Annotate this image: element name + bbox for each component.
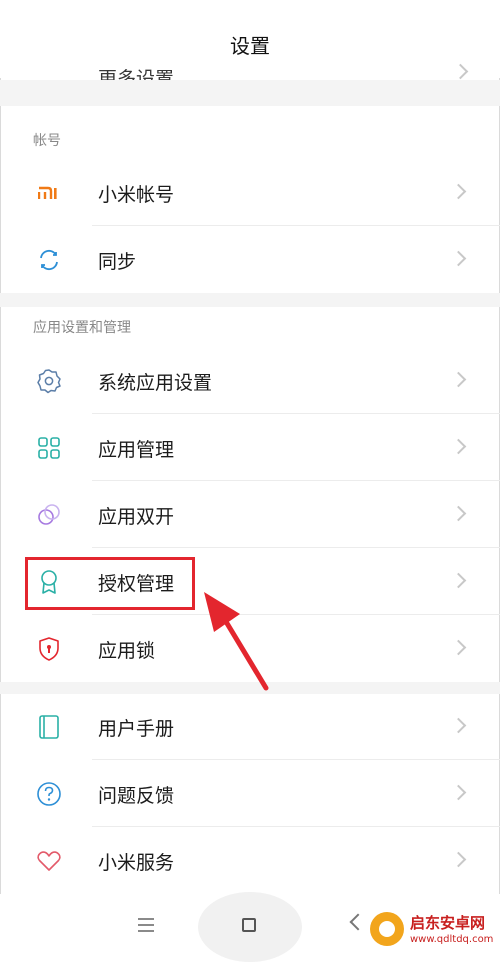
watermark-logo-icon — [370, 912, 404, 946]
watermark: 启东安卓网 www.qdltdq.com — [368, 904, 496, 956]
menu-icon[interactable] — [138, 918, 154, 936]
watermark-title: 启东安卓网 — [410, 914, 486, 932]
back-icon[interactable] — [349, 913, 367, 931]
watermark-url: www.qdltdq.com — [410, 934, 494, 945]
annotation-arrow-icon — [204, 592, 269, 691]
home-button[interactable] — [242, 918, 256, 932]
